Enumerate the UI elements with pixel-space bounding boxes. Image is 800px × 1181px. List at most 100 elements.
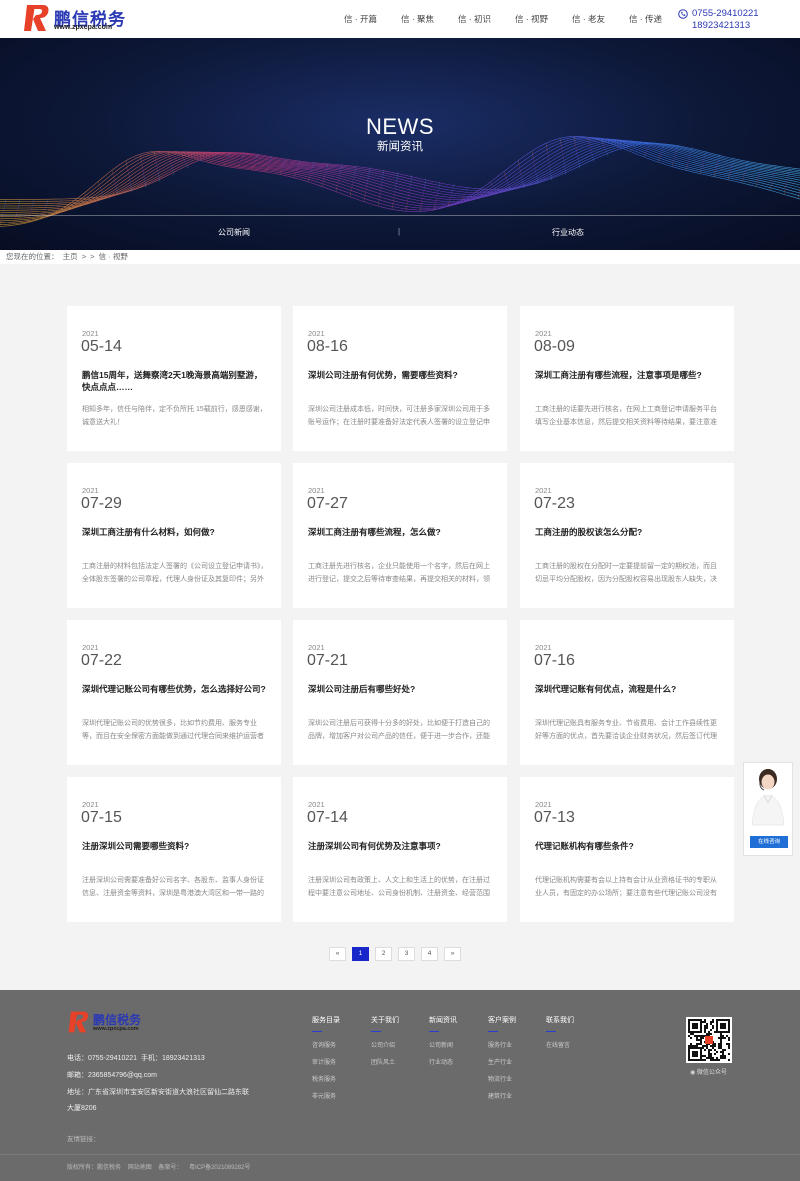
tab-industry-news[interactable]: 行业动态 bbox=[552, 227, 584, 238]
footer-link[interactable]: 行业动态 bbox=[429, 1057, 457, 1066]
article-card[interactable]: 2021 08-16 深圳公司注册有何优势，需要哪些资料? 深圳公司注册成本低，… bbox=[293, 306, 507, 451]
article-title[interactable]: 深圳工商注册有什么材料，如何做? bbox=[82, 526, 266, 538]
article-summary: 注册深圳公司有政策上、人文上和生活上的优势，在注册过程中要注意公司地址、公司身份… bbox=[308, 877, 490, 897]
article-title[interactable]: 深圳公司注册后有哪些好处? bbox=[308, 683, 492, 695]
article-card[interactable]: 2021 07-21 深圳公司注册后有哪些好处? 深圳公司注册后可获得十分多的好… bbox=[293, 620, 507, 765]
article-title[interactable]: 深圳公司注册有何优势，需要哪些资料? bbox=[308, 369, 492, 381]
footer-col-title[interactable]: 服务目录 bbox=[312, 1015, 340, 1025]
article-card[interactable]: 2021 07-22 深圳代理记账公司有哪些优势，怎么选择好公司? 深圳代理记账… bbox=[67, 620, 281, 765]
footer-col-title[interactable]: 客户案例 bbox=[488, 1015, 516, 1025]
article-year: 2021 bbox=[82, 643, 99, 652]
tab-separator: | bbox=[398, 227, 401, 236]
article-title[interactable]: 代理记账机构有哪些条件? bbox=[535, 840, 719, 852]
article-year: 2021 bbox=[308, 329, 325, 338]
article-card[interactable]: 2021 07-14 注册深圳公司有何优势及注意事项? 注册深圳公司有政策上、人… bbox=[293, 777, 507, 922]
footer-mobile[interactable]: 18923421313 bbox=[162, 1055, 205, 1062]
sitemap-link[interactable]: 网站地图 bbox=[128, 1165, 152, 1171]
article-date: 07-29 bbox=[81, 495, 122, 512]
footer-col-bar bbox=[488, 1031, 498, 1032]
site-header: 鹏信税务 www.zpxcpa.com 信 · 开篇 信 · 聚焦 信 · 初识… bbox=[0, 0, 800, 38]
nav-item-chuandi[interactable]: 信 · 传递 bbox=[617, 13, 674, 27]
article-date: 07-21 bbox=[307, 652, 348, 669]
article-card[interactable]: 2021 07-13 代理记账机构有哪些条件? 代理记账机构需要有会以上持有会计… bbox=[520, 777, 734, 922]
pagination-page-3[interactable]: 3 bbox=[398, 947, 415, 961]
article-card[interactable]: 2021 07-27 深圳工商注册有哪些流程，怎么做? 工商注册先进行核名，企业… bbox=[293, 463, 507, 608]
footer-link[interactable]: 公司介绍 bbox=[371, 1040, 399, 1049]
footer-email-line: 邮箱：2365854796@qq.com bbox=[67, 1070, 157, 1080]
tab-company-news[interactable]: 公司新闻 bbox=[218, 227, 250, 238]
footer-link[interactable]: 税务服务 bbox=[312, 1074, 340, 1083]
article-title[interactable]: 深圳工商注册有哪些流程，注意事项是哪些? bbox=[535, 369, 719, 381]
footer-col-title[interactable]: 关于我们 bbox=[371, 1015, 399, 1025]
article-title[interactable]: 工商注册的股权该怎么分配? bbox=[535, 526, 719, 538]
breadcrumb-current[interactable]: 信 · 视野 bbox=[99, 252, 128, 261]
logo[interactable]: 鹏信税务 www.zpxcpa.com bbox=[24, 3, 134, 35]
footer-link[interactable]: 非元服务 bbox=[312, 1091, 340, 1100]
footer-logo[interactable]: 鹏信税务 www.zpxcpa.com bbox=[68, 1010, 158, 1034]
pagination-page-2[interactable]: 2 bbox=[375, 947, 392, 961]
nav-item-shiye[interactable]: 信 · 视野 bbox=[503, 13, 560, 27]
footer-link[interactable]: 审计服务 bbox=[312, 1057, 340, 1066]
online-consult-button[interactable]: 在线咨询 bbox=[750, 836, 788, 848]
pagination-page-1[interactable]: 1 bbox=[352, 947, 369, 961]
article-summary: 代理记账机构需要有会以上持有会计从业资格证书的专职从业人员，有固定的办公场所；要… bbox=[535, 877, 717, 897]
nav-item-kaipian[interactable]: 信 · 开篇 bbox=[332, 13, 389, 27]
article-date: 05-14 bbox=[81, 338, 122, 355]
article-summary: 深圳代理记账公司的优势很多，比如节约费用、服务专业等，而且在安全保密方面能做到通… bbox=[82, 720, 264, 740]
pagination-prev[interactable]: « bbox=[329, 947, 346, 961]
breadcrumb-separator: > bbox=[90, 252, 95, 261]
article-title[interactable]: 深圳代理记账公司有哪些优势，怎么选择好公司? bbox=[82, 683, 266, 695]
article-card[interactable]: 2021 07-29 深圳工商注册有什么材料，如何做? 工商注册的材料包括法定人… bbox=[67, 463, 281, 608]
article-card[interactable]: 2021 07-23 工商注册的股权该怎么分配? 工商注册的股权在分配时一定要提… bbox=[520, 463, 734, 608]
footer-col-bar bbox=[312, 1031, 322, 1032]
article-card[interactable]: 2021 05-14 鹏信15周年，送舞察湾2天1晚海景高端别墅游，快点点点……… bbox=[67, 306, 281, 451]
footer-link[interactable]: 生产行业 bbox=[488, 1057, 516, 1066]
article-card[interactable]: 2021 07-15 注册深圳公司需要哪些资料? 注册深圳公司需要准备好公司名字… bbox=[67, 777, 281, 922]
logo-mark-icon bbox=[24, 5, 49, 31]
logo-url: www.zpxcpa.com bbox=[54, 24, 113, 31]
footer-col-title[interactable]: 联系我们 bbox=[546, 1015, 574, 1025]
footer-col-title[interactable]: 新闻资讯 bbox=[429, 1015, 457, 1025]
footer-link[interactable]: 咨询服务 bbox=[312, 1040, 340, 1049]
footer-phone[interactable]: 0755-29410221 bbox=[88, 1055, 137, 1062]
article-year: 2021 bbox=[82, 329, 99, 338]
icp-label: 备案号： bbox=[158, 1165, 183, 1171]
news-banner: NEWS 新闻资讯 公司新闻 | 行业动态 bbox=[0, 38, 800, 250]
breadcrumb: 您现在的位置： 主页 > > 信 · 视野 bbox=[0, 250, 800, 264]
footer-link[interactable]: 团队风土 bbox=[371, 1057, 399, 1066]
article-summary: 注册深圳公司需要准备好公司名字、各股东、监事人身份证信息、注册资金等资料，深圳是… bbox=[82, 877, 264, 897]
footer-link[interactable]: 服务行业 bbox=[488, 1040, 516, 1049]
article-title[interactable]: 注册深圳公司有何优势及注意事项? bbox=[308, 840, 492, 852]
breadcrumb-home[interactable]: 主页 bbox=[63, 252, 78, 261]
icp-link[interactable]: 粤ICP备2021089282号 bbox=[189, 1165, 250, 1171]
article-card[interactable]: 2021 07-16 深圳代理记账有何优点，流程是什么? 深圳代理记账具有服务专… bbox=[520, 620, 734, 765]
footer-email[interactable]: 2365854796@qq.com bbox=[88, 1072, 157, 1079]
article-summary: 工商注册的话要先进行核名，在网上工商登记申请服务平台填写企业基本信息，然后提交相… bbox=[535, 406, 717, 426]
nav-item-chushi[interactable]: 信 · 初识 bbox=[446, 13, 503, 27]
customer-service-avatar-icon bbox=[751, 769, 785, 826]
qr-label: ◉ 微信公众号 bbox=[690, 1067, 727, 1076]
online-consult-widget[interactable]: 在线咨询 bbox=[743, 762, 793, 856]
pagination-page-4[interactable]: 4 bbox=[421, 947, 438, 961]
header-mobile[interactable]: 18923421313 bbox=[692, 20, 750, 31]
footer-link[interactable]: 公司新闻 bbox=[429, 1040, 457, 1049]
header-phone[interactable]: 0755-29410221 bbox=[692, 8, 759, 19]
nav-item-laoyou[interactable]: 信 · 老友 bbox=[560, 13, 617, 27]
article-date: 07-16 bbox=[534, 652, 575, 669]
footer-link[interactable]: 物流行业 bbox=[488, 1074, 516, 1083]
article-title[interactable]: 鹏信15周年，送舞察湾2天1晚海景高端别墅游，快点点点…… bbox=[82, 369, 266, 393]
article-title[interactable]: 深圳代理记账有何优点，流程是什么? bbox=[535, 683, 719, 695]
friend-links-label: 友情链接： bbox=[67, 1136, 100, 1143]
footer-copyright: 版权所有：鹏信税务 网站地图 备案号： 粤ICP备2021089282号 bbox=[67, 1162, 255, 1171]
article-date: 07-22 bbox=[81, 652, 122, 669]
article-title[interactable]: 注册深圳公司需要哪些资料? bbox=[82, 840, 266, 852]
footer-link[interactable]: 建筑行业 bbox=[488, 1091, 516, 1100]
nav-item-jujiao[interactable]: 信 · 聚焦 bbox=[389, 13, 446, 27]
article-title[interactable]: 深圳工商注册有哪些流程，怎么做? bbox=[308, 526, 492, 538]
footer-col-news: 新闻资讯 公司新闻 行业动态 bbox=[429, 1015, 457, 1074]
pagination-next[interactable]: » bbox=[444, 947, 461, 961]
wechat-qr-code-icon bbox=[686, 1017, 732, 1063]
footer-col-contact: 联系我们 在线留言 bbox=[546, 1015, 574, 1057]
footer-link[interactable]: 在线留言 bbox=[546, 1040, 574, 1049]
article-card[interactable]: 2021 08-09 深圳工商注册有哪些流程，注意事项是哪些? 工商注册的话要先… bbox=[520, 306, 734, 451]
